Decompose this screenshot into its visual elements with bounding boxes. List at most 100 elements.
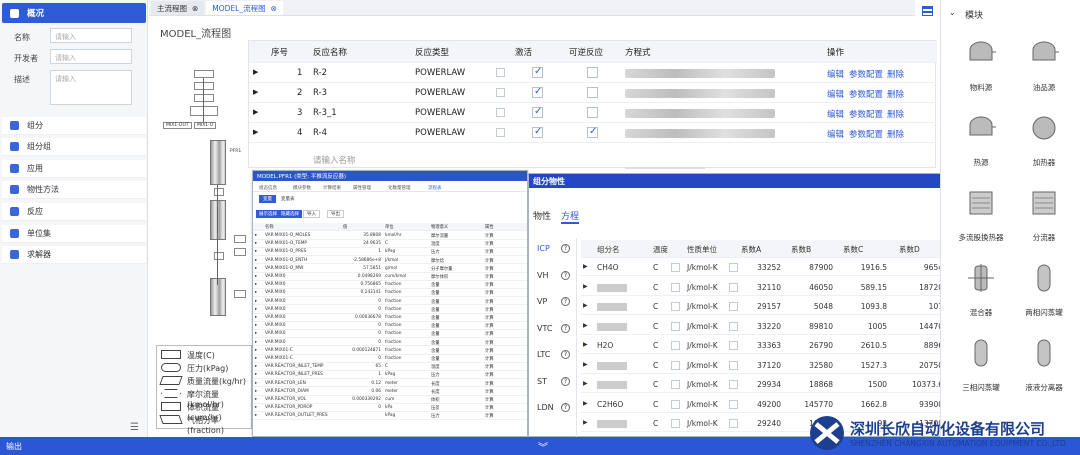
pfr-row[interactable]: ▸ VAR.REACTOR_OUTLET_PRES kPag 压力 计算 xyxy=(253,412,527,421)
help-icon[interactable]: ? xyxy=(561,323,570,333)
temp-unit[interactable]: C xyxy=(653,419,658,428)
three-phase-flash-icon[interactable] xyxy=(966,338,996,368)
coef-a[interactable]: 49200 xyxy=(757,400,781,409)
expand-icon[interactable]: ▸ xyxy=(255,331,257,336)
chevron-down-icon[interactable] xyxy=(671,380,680,389)
var-value[interactable]: 35.8808 xyxy=(363,233,381,238)
pfr-row[interactable]: ▸ VAR.REACTOR_INLET_TEMP 65 C 温度 计算 xyxy=(253,363,527,371)
pfr-row[interactable]: ▸ VAR.MIX01-O_ENTH -2.58686e+8 J/kmol 摩尔焓 计算 xyxy=(253,257,527,265)
reversible-checkbox[interactable] xyxy=(587,87,598,98)
chevron-down-icon[interactable]: ⌄ xyxy=(949,8,956,17)
coef-c[interactable]: 1500 xyxy=(868,380,887,389)
coef-a[interactable]: 37120 xyxy=(757,361,781,370)
reaction-name[interactable]: R-4 xyxy=(313,128,327,138)
coef-b[interactable]: 18868 xyxy=(809,380,833,389)
new-name-placeholder[interactable]: 请输入名称 xyxy=(313,154,356,166)
var-value[interactable]: 0 xyxy=(378,331,381,336)
multi-stream-exchanger-icon[interactable] xyxy=(966,188,996,218)
temp-unit[interactable]: C xyxy=(653,263,658,272)
expand-icon[interactable]: ▸ xyxy=(255,266,257,271)
tab-property[interactable]: 物性 xyxy=(533,209,551,222)
mix-o-node[interactable]: MIX1-O xyxy=(194,122,217,129)
pfr-row[interactable]: ▸ VAR.REACTOR_VOL 0.000339292 cum 体积 计算 xyxy=(253,396,527,404)
coef-c[interactable]: 1662.8 xyxy=(861,400,887,409)
expand-icon[interactable]: ▶ xyxy=(583,380,588,387)
chevron-down-icon[interactable] xyxy=(729,341,738,350)
pfr-row[interactable]: ▸ VAR.MIX01-O_MOLES 35.8808 kmol/hr 摩尔流量 计算 xyxy=(253,232,527,240)
delete-link[interactable]: 删除 xyxy=(887,68,904,80)
coef-b[interactable]: 89810 xyxy=(809,322,833,331)
expand-icon[interactable]: ▸ xyxy=(255,307,257,312)
expand-icon[interactable]: ▶ xyxy=(583,419,588,426)
param-config-link[interactable]: 参数配置 xyxy=(849,128,883,140)
splitter-icon[interactable] xyxy=(1029,188,1059,218)
show-selection-button[interactable]: 展示选择 xyxy=(256,210,280,218)
chevron-down-icon[interactable] xyxy=(729,321,738,331)
pfr-row[interactable]: ▸ VAR.MIX01-O_TEMP 24.9635 C 温度 计算 xyxy=(253,240,527,248)
import-button[interactable]: 导入 xyxy=(303,210,320,218)
expand-icon[interactable]: ▸ xyxy=(255,323,257,328)
expand-icon[interactable]: ▶ xyxy=(253,68,258,76)
stream-label[interactable] xyxy=(214,252,224,260)
side-item[interactable]: VH xyxy=(537,271,549,280)
pfr-subtab[interactable]: 变量 xyxy=(259,195,276,203)
table-row[interactable]: ▶ 1 R-2 POWERLAW 编辑参数配置删除 xyxy=(249,63,937,83)
pfr-row[interactable]: ▸ VAR.REACTOR_LEN 0.12 meter 长度 计算 xyxy=(253,380,527,388)
var-value[interactable]: 65 xyxy=(376,364,381,369)
var-value[interactable]: 24.9635 xyxy=(363,241,381,246)
expand-icon[interactable]: ▶ xyxy=(583,302,588,309)
coef-c[interactable]: 1527.3 xyxy=(861,361,887,370)
property-unit[interactable]: J/kmol-K xyxy=(687,419,718,428)
source-icon[interactable] xyxy=(966,38,996,68)
scrollbar[interactable] xyxy=(625,167,705,169)
chevron-down-icon[interactable]: ︾ xyxy=(538,439,548,454)
var-value[interactable]: 0.756865 xyxy=(360,282,381,287)
expand-icon[interactable]: ▸ xyxy=(255,233,257,238)
var-value[interactable]: 1 xyxy=(378,249,381,254)
stream-label[interactable] xyxy=(234,235,246,243)
pfr-tab[interactable]: 属性管理 xyxy=(353,185,371,191)
table-row[interactable]: ▶ CH4O C J/kmol-K 33252 87900 1916.5 9654 xyxy=(581,259,949,276)
expand-icon[interactable]: ▸ xyxy=(255,413,257,418)
temp-unit[interactable]: C xyxy=(653,361,658,370)
coef-c[interactable]: 1093.8 xyxy=(861,302,887,311)
edit-link[interactable]: 编辑 xyxy=(827,88,844,100)
pfr-tab[interactable]: 组态信息 xyxy=(259,185,277,191)
tab-model-flowsheet[interactable]: MODEL_流程图 ⊗ xyxy=(206,1,283,15)
var-value[interactable]: 0 xyxy=(378,299,381,304)
liquid-separator-icon[interactable] xyxy=(1029,338,1059,368)
chevron-down-icon[interactable] xyxy=(496,108,505,117)
coef-a[interactable]: 29240 xyxy=(757,419,781,428)
var-value[interactable]: 0.00036678 xyxy=(355,315,381,320)
two-phase-flash-icon[interactable] xyxy=(1029,263,1059,293)
nav-property-method[interactable]: 物性方法 xyxy=(2,181,146,199)
reactor-column[interactable] xyxy=(210,140,226,185)
chevron-down-icon[interactable] xyxy=(671,360,680,370)
reactor-column[interactable] xyxy=(210,200,226,240)
help-icon[interactable]: ? xyxy=(561,270,570,280)
flow-node[interactable] xyxy=(194,82,214,90)
pfr-title-bar[interactable]: MODEL.PFR1 (类型: 平推流反应器) xyxy=(253,171,527,181)
property-unit[interactable]: J/kmol-K xyxy=(687,283,718,292)
var-value[interactable]: 0.000339292 xyxy=(352,397,381,402)
flow-node[interactable] xyxy=(194,70,214,78)
coef-c[interactable]: 1916.5 xyxy=(861,263,887,272)
active-checkbox[interactable] xyxy=(532,126,543,138)
property-unit[interactable]: J/kmol-K xyxy=(687,380,718,389)
var-value[interactable]: 0 xyxy=(378,405,381,410)
tab-equation[interactable]: 方程 xyxy=(561,209,580,224)
coef-c[interactable]: 2610.5 xyxy=(861,341,887,350)
reaction-name[interactable]: R-2 xyxy=(313,68,327,78)
var-value[interactable]: 0.06 xyxy=(371,389,381,394)
chevron-down-icon[interactable] xyxy=(671,399,680,409)
expand-icon[interactable]: ▸ xyxy=(255,249,257,254)
expand-icon[interactable]: ▶ xyxy=(583,341,588,348)
expand-icon[interactable]: ▶ xyxy=(583,322,588,329)
expand-icon[interactable]: ▸ xyxy=(255,315,257,320)
desc-textarea[interactable]: 请输入 xyxy=(50,70,132,105)
reaction-type[interactable]: POWERLAW xyxy=(415,128,465,138)
chevron-down-icon[interactable] xyxy=(496,68,505,77)
chevron-down-icon[interactable] xyxy=(671,263,680,272)
heater-icon[interactable] xyxy=(1029,113,1059,143)
expand-icon[interactable]: ▶ xyxy=(253,128,258,136)
